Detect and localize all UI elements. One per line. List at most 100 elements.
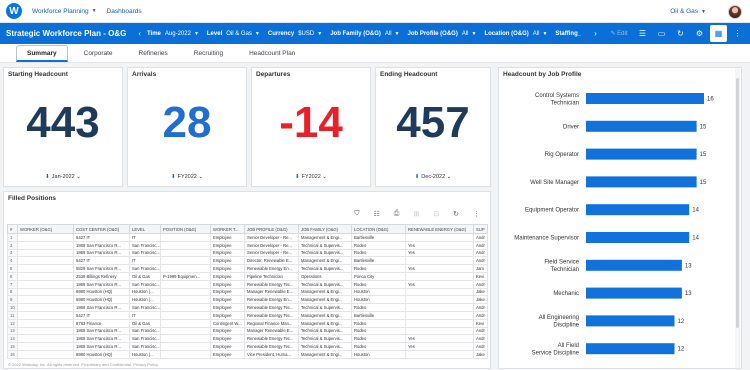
table-cell: Andr	[473, 310, 488, 320]
settings-icon[interactable]: ⚙	[691, 25, 708, 42]
bar[interactable]	[586, 204, 690, 216]
column-header[interactable]: JOB FAMILY (O&G)	[298, 224, 352, 234]
column-header[interactable]: LEVEL	[129, 224, 161, 234]
table-row[interactable]: 9 6980 Houston (HQ) Houston (... Employee Re…	[7, 295, 488, 305]
filter-level[interactable]: Level Oil & Gas ▼	[207, 31, 260, 37]
table-cell: Jake	[473, 349, 488, 359]
bar-value-label: 12	[678, 319, 685, 325]
scroll-right-icon[interactable]: ›	[587, 25, 604, 42]
table-row[interactable]: 12 8783 Finance Oil & Gas Contingent W... Re…	[7, 318, 488, 328]
table-row[interactable]: 11 5427 IT IT Employee Renewable Energy Tec.…	[7, 310, 488, 320]
add-icon[interactable]: ⊞	[413, 210, 419, 218]
filter-job-family-o-g[interactable]: Job Family (O&G) All ▼	[330, 31, 399, 37]
edit-button[interactable]: ✎ Edit	[606, 25, 632, 42]
table-row[interactable]: 6 2539 Billings Refinery Oil & Gas P-1999 E…	[7, 271, 488, 281]
column-header[interactable]: JOB PROFILE (O&G)	[244, 224, 299, 234]
bar[interactable]	[586, 93, 704, 104]
filter-icon[interactable]: ☰	[634, 25, 651, 42]
table-cell: Senior Developer - Re...	[244, 248, 299, 258]
more-options-icon[interactable]: ⋮	[729, 25, 746, 42]
export-icon[interactable]: ⎙	[394, 210, 400, 218]
avatar[interactable]	[728, 4, 742, 19]
chart-scrollbar[interactable]	[735, 68, 740, 368]
table-row[interactable]: 16 6980 Houston (HQ) Houston (... Employee V…	[7, 349, 488, 359]
bar[interactable]	[586, 315, 675, 327]
table-cell: Bartlesville	[351, 256, 406, 266]
table-cell	[405, 256, 474, 266]
filter-job-profile-o-g[interactable]: Job Profile (O&G) All ▼	[407, 31, 476, 37]
dashboards-link[interactable]: Dashboards	[107, 8, 142, 15]
tab-summary[interactable]: Summary	[16, 45, 68, 62]
column-header[interactable]: COST CENTER (O&G)	[73, 224, 130, 234]
filter-label: Job Profile (O&G)	[407, 30, 458, 37]
refresh-icon[interactable]: ↻	[453, 210, 459, 218]
bar[interactable]	[586, 120, 697, 132]
columns-icon[interactable]: ☷	[373, 210, 379, 218]
top-nav: W Workforce Planning ▼ Dashboards Oil & …	[0, 0, 750, 23]
bar[interactable]	[586, 259, 682, 271]
scroll-left-icon[interactable]: ‹	[138, 29, 141, 38]
kpi-period-selector[interactable]: ⬇ Jan-2022 ⌄	[4, 174, 122, 180]
org-selector[interactable]: Oil & Gas ▼	[670, 8, 706, 15]
table-row[interactable]: 15 1869 San Francisco R... San Francisc...…	[7, 342, 488, 351]
bar[interactable]	[586, 148, 697, 160]
column-header[interactable]: LOCATION (O&G)	[351, 224, 406, 234]
column-header[interactable]: SUP	[473, 224, 488, 234]
column-header[interactable]: POSITION (O&G)	[160, 224, 211, 234]
table-row[interactable]: 2 1869 San Francisco R... San Francisc... E…	[7, 240, 488, 250]
table-row[interactable]: 10 1869 San Francisco R... San Francisc...…	[7, 303, 488, 312]
filter-icon[interactable]: ⛉	[354, 210, 359, 218]
tab-refineries[interactable]: Refineries	[129, 50, 178, 62]
grid-view-icon[interactable]: ▦	[710, 25, 727, 42]
kpi-period-selector[interactable]: ⬇ FY2022 ⌄	[252, 174, 370, 180]
table-cell	[17, 342, 74, 351]
chevron-down-icon: ▼	[471, 30, 477, 37]
kpi-period-selector[interactable]: ⬇ Dec-2022 ⌄	[376, 174, 490, 180]
table-cell: Vice President, Huma...	[244, 349, 299, 359]
column-header[interactable]: #	[7, 224, 18, 234]
more-options-icon[interactable]: ⋮	[473, 210, 480, 218]
row-number: 1	[7, 233, 18, 242]
bar[interactable]	[586, 232, 690, 243]
column-header[interactable]: WORKER (O&G)	[17, 224, 74, 234]
table-cell: Employee	[210, 349, 245, 359]
table-cell: Employee	[210, 248, 245, 258]
row-number: 7	[7, 279, 18, 289]
refresh-icon[interactable]: ↻	[672, 25, 689, 42]
table-row[interactable]: 8 6980 Houston (HQ) Houston (... Employee Ma…	[7, 287, 488, 297]
bar[interactable]	[586, 176, 697, 188]
table-row[interactable]: 5 5829 San Francisco R... San Francisc... E…	[7, 264, 488, 273]
tab-recruiting[interactable]: Recruiting	[184, 50, 233, 62]
tab-corporate[interactable]: Corporate	[74, 50, 123, 62]
kpi-period-selector[interactable]: ⬇ FY2022 ⌄	[128, 174, 246, 180]
tab-headcount-plan[interactable]: Headcount Plan	[239, 50, 305, 62]
table-row[interactable]: 4 5427 IT IT Employee Director, Renewable E.…	[7, 256, 488, 266]
filter-location-o-g[interactable]: Location (O&G) All ▼	[484, 31, 547, 37]
table-cell	[160, 326, 211, 336]
filter-value: All	[461, 30, 469, 37]
delete-icon[interactable]: ⊟	[433, 210, 439, 218]
column-header[interactable]: RENEWABLE ENERGY (O&G)	[405, 224, 474, 234]
column-header[interactable]: WORKER T...	[210, 224, 245, 234]
category-label: Equipment Operator	[525, 208, 579, 214]
table-row[interactable]: 14 1869 San Francisco R... San Francisc...…	[7, 334, 488, 344]
table-cell: Management & Engi...	[298, 318, 352, 328]
table-cell: Andr	[473, 248, 488, 258]
table-row[interactable]: 7 1869 San Francisco R... San Francisc... E…	[7, 279, 488, 289]
table-cell: Operations	[298, 271, 352, 281]
bar-value-label: 12	[678, 347, 685, 353]
workforce-planning-menu[interactable]: Workforce Planning ▼	[32, 8, 97, 15]
table-cell: Yes	[405, 240, 474, 250]
bar[interactable]	[586, 287, 682, 299]
table-cell: Employee	[210, 264, 245, 273]
scrollbar-thumb[interactable]	[736, 78, 739, 328]
table-row[interactable]: 13 1869 San Francisco R... San Francisc...…	[7, 326, 488, 336]
bar[interactable]	[586, 343, 675, 355]
workday-logo[interactable]: W	[6, 3, 22, 19]
table-row[interactable]: 1 5427 IT IT Employee Senior Developer - Re.…	[7, 233, 488, 242]
filter-currency[interactable]: Currency $USD ▼	[268, 31, 322, 37]
filter-time[interactable]: Time Aug-2022 ▼	[147, 31, 199, 37]
present-icon[interactable]: ▭	[653, 25, 670, 42]
table-row[interactable]: 3 1869 San Francisco R... San Francisc... E…	[7, 248, 488, 258]
row-number: 4	[7, 256, 18, 266]
